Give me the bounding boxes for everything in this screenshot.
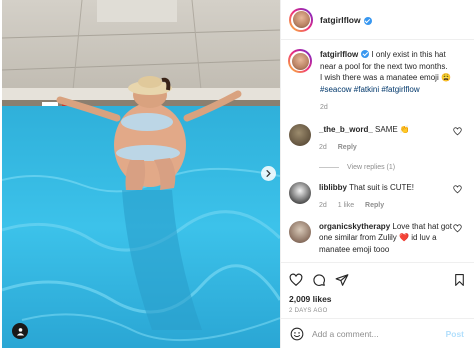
share-icon[interactable]: [335, 273, 349, 287]
chevron-right-icon: [266, 170, 271, 177]
comment-likes[interactable]: 1 like: [338, 202, 354, 209]
post-date: 2 DAYS AGO: [289, 308, 328, 314]
caption-avatar[interactable]: [288, 49, 312, 73]
comment-text: SAME 👏: [375, 124, 410, 134]
comment-icon[interactable]: [312, 273, 326, 287]
post-header: fatgirlflow: [281, 0, 474, 40]
like-comment-heart-icon[interactable]: [453, 184, 462, 194]
emoji-icon[interactable]: [290, 327, 304, 341]
commenter-avatar[interactable]: [289, 123, 311, 146]
post-comment-button[interactable]: Post: [446, 329, 464, 339]
caption-time: 2d: [320, 104, 328, 111]
next-photo-button[interactable]: [261, 166, 276, 181]
verified-icon: [361, 50, 370, 58]
bookmark-icon[interactable]: [453, 273, 466, 287]
user-tag-icon: [16, 327, 24, 336]
add-comment-bar: Post: [281, 318, 474, 348]
add-comment-input[interactable]: [312, 328, 446, 339]
comment-time: 2d: [319, 202, 327, 209]
comment-row: organicskytherapy Love that hat got one …: [281, 220, 474, 256]
comment-time: 2d: [319, 144, 327, 151]
comment-username[interactable]: liblibby: [319, 183, 347, 192]
user-tag-button[interactable]: [12, 323, 28, 339]
comment-row: liblibby That suit is CUTE! 2d 1 like Re…: [281, 181, 474, 212]
commenter-avatar[interactable]: [289, 220, 311, 243]
post-actions: 2,009 likes 2 DAYS AGO: [281, 262, 474, 326]
like-comment-heart-icon[interactable]: [453, 223, 462, 233]
author-username[interactable]: fatgirlflow: [320, 15, 361, 25]
view-replies-label: View replies (1): [347, 163, 396, 171]
comments-list: fatgirlflow I only exist in this hat nea…: [281, 49, 474, 255]
commenter-avatar[interactable]: [289, 181, 311, 204]
caption-hashtags[interactable]: #seacow #fatkini #fatgirlflow: [320, 85, 420, 94]
verified-icon: [363, 16, 372, 25]
post-photo[interactable]: [2, 0, 280, 348]
reply-button[interactable]: Reply: [365, 202, 384, 209]
likes-count[interactable]: 2,009 likes: [289, 294, 466, 304]
comment-username[interactable]: organicskytherapy: [319, 222, 390, 231]
post-side-panel: fatgirlflow fatgirlflow I only exist in …: [280, 0, 474, 348]
comment-row: _the_b_word_ SAME 👏 2d Reply: [281, 123, 474, 154]
caption: fatgirlflow I only exist in this hat nea…: [281, 49, 474, 114]
caption-username[interactable]: fatgirlflow: [320, 50, 358, 59]
like-comment-heart-icon[interactable]: [453, 126, 462, 136]
view-replies-link[interactable]: View replies (1): [319, 164, 474, 171]
comment-username[interactable]: _the_b_word_: [319, 125, 373, 134]
comment-text: That suit is CUTE!: [349, 182, 414, 192]
reply-button[interactable]: Reply: [338, 144, 357, 151]
pool-photo-image: [2, 0, 280, 348]
author-avatar[interactable]: [289, 7, 313, 32]
heart-icon[interactable]: [289, 273, 303, 287]
